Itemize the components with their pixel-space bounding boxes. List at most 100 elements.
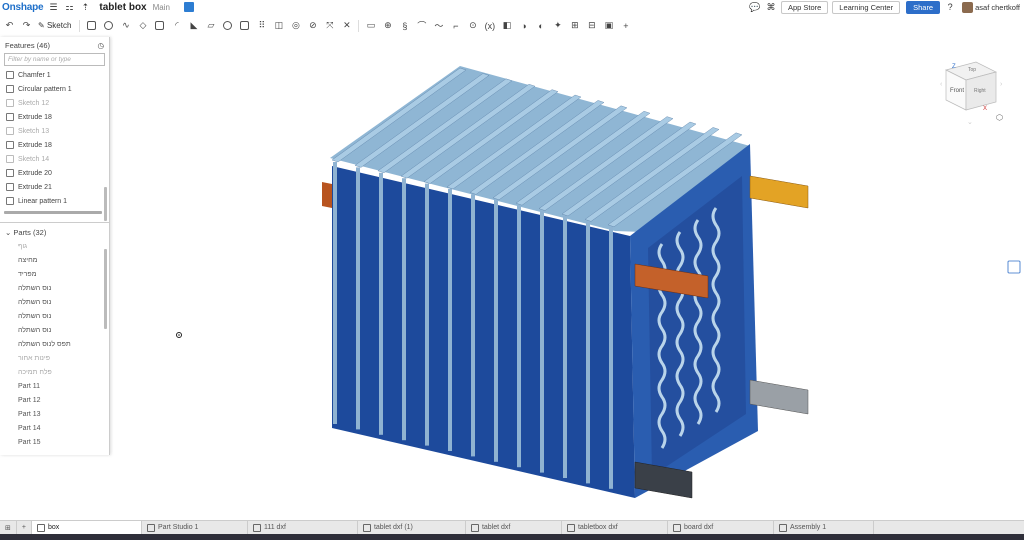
part-item[interactable]: Part 11 bbox=[0, 379, 109, 393]
variables-icon[interactable]: ⌘ bbox=[765, 1, 777, 13]
part-item[interactable]: מפריד bbox=[0, 267, 109, 281]
user-name[interactable]: asaf chertkoff bbox=[975, 3, 1024, 12]
part-item[interactable]: נוס השתלה bbox=[0, 281, 109, 295]
plane-icon[interactable]: ▭ bbox=[365, 20, 376, 31]
tab-1[interactable]: Part Studio 1 bbox=[142, 520, 248, 535]
feature-type-icon bbox=[6, 113, 14, 121]
menu-icon[interactable]: ☰ bbox=[47, 1, 59, 13]
add-feature-icon[interactable]: + bbox=[620, 20, 631, 31]
variable-icon[interactable]: (x) bbox=[484, 20, 496, 31]
render-icon[interactable]: ◑ bbox=[518, 20, 529, 31]
extrude-icon[interactable] bbox=[86, 20, 97, 31]
help-icon[interactable]: ? bbox=[944, 1, 956, 13]
part-item[interactable]: פינות אחור bbox=[0, 351, 109, 365]
workspace-name[interactable]: Main bbox=[153, 3, 170, 12]
document-title[interactable]: tablet box bbox=[99, 2, 146, 13]
view-cube[interactable]: Front Top Right Z X ‹ › ⌄ ⬡ bbox=[940, 61, 1003, 126]
part-item[interactable]: Part 15 bbox=[0, 435, 109, 449]
delete-part-icon[interactable]: ✕ bbox=[341, 20, 352, 31]
version-graph-icon[interactable]: ⇡ bbox=[79, 1, 91, 13]
feature-filter-input[interactable]: Filter by name or type bbox=[4, 53, 105, 66]
feature-item[interactable]: Sketch 13 bbox=[0, 124, 109, 138]
part-item[interactable]: נוס השתלה bbox=[0, 295, 109, 309]
part-item[interactable]: תפס לנוס השתלה bbox=[0, 337, 109, 351]
feature-item[interactable]: Sketch 14 bbox=[0, 152, 109, 166]
thicken-icon[interactable] bbox=[154, 20, 165, 31]
feature-item[interactable]: Circular pattern 1 bbox=[0, 82, 109, 96]
learning-center-button[interactable]: Learning Center bbox=[832, 0, 901, 14]
app-store-button[interactable]: App Store bbox=[780, 0, 829, 14]
weldment-icon[interactable]: ⊟ bbox=[586, 20, 597, 31]
rotate-left-icon[interactable]: ‹ bbox=[940, 81, 943, 88]
tab-7[interactable]: Assembly 1 bbox=[774, 520, 874, 535]
fit-spline-icon[interactable]: 〜 bbox=[433, 20, 444, 31]
sheet-metal-icon[interactable]: ⌐ bbox=[450, 20, 461, 31]
explode-icon[interactable]: ✦ bbox=[552, 20, 563, 31]
redo-icon[interactable]: ↷ bbox=[21, 20, 32, 31]
fillet-icon[interactable]: ◜ bbox=[171, 20, 182, 31]
section-view-icon[interactable]: ◧ bbox=[501, 20, 512, 31]
tab-0[interactable]: box bbox=[31, 520, 142, 535]
shell-icon[interactable] bbox=[239, 20, 250, 31]
feature-item[interactable]: Extrude 21 bbox=[0, 180, 109, 194]
mirror-icon[interactable]: ◫ bbox=[273, 20, 284, 31]
tab-manager-icon[interactable]: ⊞ bbox=[0, 520, 17, 535]
pattern-icon[interactable]: ⠿ bbox=[256, 20, 267, 31]
feature-item[interactable]: Extrude 18 bbox=[0, 110, 109, 124]
part-item[interactable]: נוס השתלה bbox=[0, 309, 109, 323]
chamfer-icon[interactable]: ◣ bbox=[188, 20, 199, 31]
comments-icon[interactable]: 💬 bbox=[749, 1, 761, 13]
avatar[interactable] bbox=[962, 1, 974, 13]
document-badge-icon[interactable] bbox=[183, 2, 194, 12]
sketch-button[interactable]: ✎ Sketch bbox=[38, 21, 71, 30]
tab-5[interactable]: tabletbox dxf bbox=[562, 520, 668, 535]
tab-6[interactable]: board dxf bbox=[668, 520, 774, 535]
part-item[interactable]: Part 12 bbox=[0, 393, 109, 407]
hole-icon[interactable] bbox=[222, 20, 233, 31]
mate-connector-icon[interactable]: ⊕ bbox=[382, 20, 393, 31]
custom-feature-icon[interactable]: ▣ bbox=[603, 20, 614, 31]
helix-icon[interactable]: § bbox=[399, 20, 410, 31]
rotate-right-icon[interactable]: › bbox=[1000, 81, 1003, 88]
revolve-icon[interactable] bbox=[103, 20, 114, 31]
feature-item[interactable]: Extrude 20 bbox=[0, 166, 109, 180]
tab-3[interactable]: tablet dxf (1) bbox=[358, 520, 466, 535]
feature-item[interactable]: Linear pattern 1 bbox=[0, 194, 109, 208]
feature-item[interactable]: Extrude 18 bbox=[0, 138, 109, 152]
instances-panel-icon[interactable] bbox=[1007, 260, 1021, 274]
draft-icon[interactable]: ▱ bbox=[205, 20, 216, 31]
add-tab-icon[interactable]: + bbox=[17, 520, 32, 535]
feature-list-scrollbar[interactable] bbox=[4, 211, 102, 214]
part-item[interactable]: Part 13 bbox=[0, 407, 109, 421]
transform-icon[interactable]: ⤧ bbox=[324, 20, 335, 31]
tab-2[interactable]: 111 dxf bbox=[248, 520, 358, 535]
part-item[interactable]: מחיצה bbox=[0, 253, 109, 267]
share-button[interactable]: Share bbox=[906, 0, 941, 14]
part-item[interactable]: גוף bbox=[0, 239, 109, 253]
document-list-icon[interactable]: ⚏ bbox=[63, 1, 75, 13]
frame-icon[interactable]: ⊞ bbox=[569, 20, 580, 31]
view-options-cube-icon[interactable]: ⬡ bbox=[996, 113, 1003, 122]
rotate-down-icon[interactable]: ⌄ bbox=[967, 119, 973, 126]
appearance-icon[interactable]: ◐ bbox=[535, 20, 546, 31]
loft-icon[interactable]: ◇ bbox=[137, 20, 148, 31]
onshape-logo[interactable]: Onshape bbox=[0, 2, 44, 13]
boolean-icon[interactable]: ◎ bbox=[290, 20, 301, 31]
measure-icon[interactable]: ⊙ bbox=[467, 20, 478, 31]
part-item[interactable]: פלח תמיכה bbox=[0, 365, 109, 379]
feature-item[interactable]: Chamfer 1 bbox=[0, 68, 109, 82]
feature-item[interactable]: Sketch 12 bbox=[0, 96, 109, 110]
sweep-icon[interactable]: ∿ bbox=[120, 20, 131, 31]
parts-header[interactable]: ⌄ Parts (32) bbox=[0, 225, 109, 239]
parts-vertical-scrollbar[interactable] bbox=[104, 249, 107, 329]
model-canvas[interactable]: Front Top Right Z X ‹ › ⌄ ⬡ bbox=[110, 36, 1024, 520]
rollback-clock-icon[interactable]: ◷ bbox=[97, 41, 104, 50]
tab-4[interactable]: tablet dxf bbox=[466, 520, 562, 535]
graphics-viewport[interactable]: Front Top Right Z X ‹ › ⌄ ⬡ bbox=[110, 36, 1024, 520]
split-icon[interactable]: ⊘ bbox=[307, 20, 318, 31]
part-item[interactable]: Part 14 bbox=[0, 421, 109, 435]
curve-icon[interactable]: ⌒ bbox=[416, 20, 427, 31]
part-item[interactable]: נוס השתלה bbox=[0, 323, 109, 337]
feature-vertical-scrollbar[interactable] bbox=[104, 187, 107, 221]
undo-icon[interactable]: ↶ bbox=[4, 20, 15, 31]
